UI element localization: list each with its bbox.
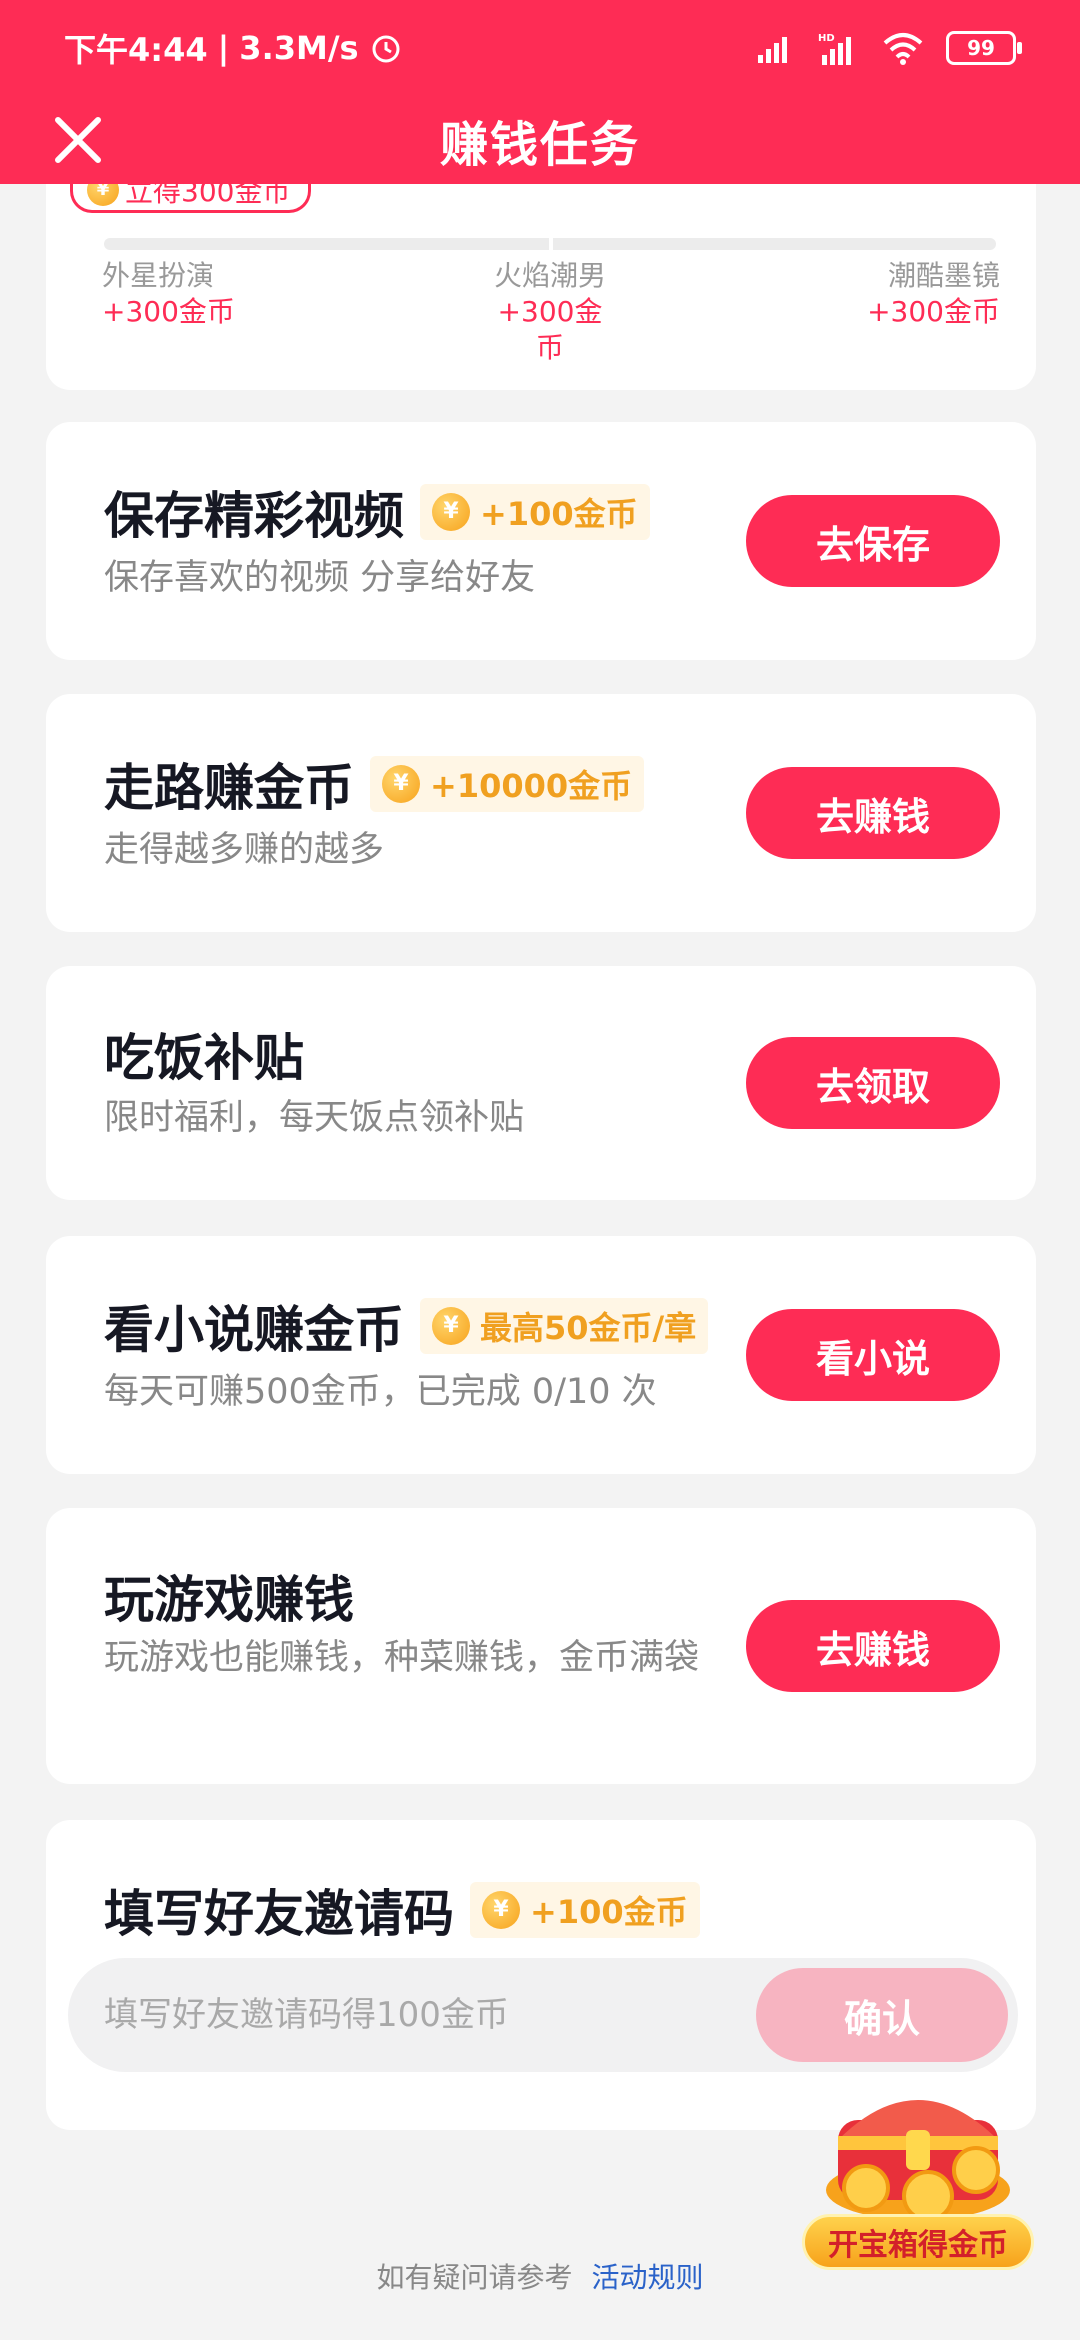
reward-badge: ¥ +100金币	[470, 1882, 700, 1938]
coin-icon: ¥	[382, 765, 420, 803]
progress-divider	[549, 238, 553, 250]
milestone: 火焰潮男 +300金币	[490, 258, 610, 366]
footer: 如有疑问请参考 活动规则	[0, 2256, 1080, 2296]
milestone-name: 火焰潮男	[493, 259, 606, 292]
go-claim-button[interactable]: 去领取	[746, 1037, 1000, 1129]
milestone: 外星扮演 +300金币	[102, 258, 235, 330]
progress-card: ¥ 立得300金币 外星扮演 +300金币 火焰潮男 +300金币 潮酷墨镜 +…	[46, 150, 1036, 390]
reward-badge: ¥ +100金币	[420, 484, 650, 540]
activity-rules-link[interactable]: 活动规则	[591, 2261, 703, 2294]
header: 下午4:44 | 3.3M/s HD 99 赚钱任务	[0, 0, 1080, 184]
close-button[interactable]	[48, 110, 108, 170]
treasure-chest-button[interactable]: 开宝箱得金币	[802, 2070, 1042, 2270]
milestone: 潮酷墨镜 +300金币	[867, 258, 1000, 330]
invite-code-field: 确认	[68, 1958, 1018, 2072]
coin-icon: ¥	[432, 1307, 470, 1345]
status-time: 下午4:44	[64, 31, 208, 69]
milestone-reward: +300金币	[867, 295, 1000, 328]
go-earn-button[interactable]: 去赚钱	[746, 767, 1000, 859]
task-title-row: 看小说赚金币 ¥ 最高50金币/章	[104, 1290, 709, 1362]
milestone-reward: +300金币	[497, 295, 603, 364]
status-bar: 下午4:44 | 3.3M/s HD 99	[0, 0, 1080, 96]
wifi-icon	[883, 33, 923, 65]
alarm-icon	[372, 35, 400, 63]
confirm-button[interactable]: 确认	[756, 1968, 1008, 2062]
signal-icon	[758, 37, 787, 63]
footer-text: 如有疑问请参考	[376, 2261, 573, 2294]
reward-badge: ¥ +10000金币	[370, 756, 645, 812]
battery-level: 99	[967, 36, 995, 60]
task-card-walk: 走路赚金币 ¥ +10000金币 走得越多赚的越多 去赚钱	[46, 694, 1036, 932]
task-title-row: 吃饭补贴	[104, 1018, 304, 1090]
battery-icon: 99	[946, 31, 1022, 65]
invite-code-input[interactable]	[68, 1958, 748, 2072]
signal-hd-icon: HD	[818, 33, 851, 65]
network-speed: 3.3M/s	[239, 29, 359, 67]
task-card-game: 玩游戏赚钱 玩游戏也能赚钱，种菜赚钱，金币满袋 去赚钱	[46, 1508, 1036, 1784]
task-title: 看小说赚金币	[104, 1301, 404, 1359]
task-card-save-video: 保存精彩视频 ¥ +100金币 保存喜欢的视频 分享给好友 去保存	[46, 422, 1036, 660]
task-title: 玩游戏赚钱	[104, 1571, 354, 1629]
reward-badge-label: +100金币	[480, 495, 638, 533]
read-novel-button[interactable]: 看小说	[746, 1309, 1000, 1401]
reward-badge: ¥ 最高50金币/章	[420, 1298, 709, 1354]
title-bar: 赚钱任务	[0, 96, 1080, 184]
play-game-earn-button[interactable]: 去赚钱	[746, 1600, 1000, 1692]
task-description: 每天可赚500金币，已完成 0/10 次	[104, 1372, 657, 1412]
reward-badge-label: 最高50金币/章	[480, 1309, 697, 1347]
milestone-name: 外星扮演	[102, 259, 215, 292]
reward-badge-label: +10000金币	[430, 767, 633, 805]
page-title: 赚钱任务	[439, 117, 640, 173]
coin-icon: ¥	[482, 1891, 520, 1929]
task-title-row: 填写好友邀请码 ¥ +100金币	[104, 1874, 700, 1946]
treasure-chest-icon	[826, 2100, 1010, 2222]
task-title: 吃饭补贴	[104, 1029, 304, 1087]
task-title: 保存精彩视频	[104, 487, 404, 545]
invite-title: 填写好友邀请码	[104, 1885, 454, 1943]
status-divider: |	[217, 29, 230, 67]
progress-track	[104, 238, 996, 250]
task-description: 保存喜欢的视频 分享给好友	[104, 558, 536, 598]
task-title-row: 保存精彩视频 ¥ +100金币	[104, 476, 650, 548]
milestone-reward: +300金币	[102, 295, 235, 328]
task-description: 玩游戏也能赚钱，种菜赚钱，金币满袋	[104, 1638, 700, 1678]
coin-icon: ¥	[432, 493, 470, 531]
task-card-meal-subsidy: 吃饭补贴 限时福利，每天饭点领补贴 去领取	[46, 966, 1036, 1200]
task-description: 走得越多赚的越多	[104, 830, 385, 870]
svg-text:HD: HD	[818, 33, 835, 44]
go-save-button[interactable]: 去保存	[746, 495, 1000, 587]
task-card-novel: 看小说赚金币 ¥ 最高50金币/章 每天可赚500金币，已完成 0/10 次 看…	[46, 1236, 1036, 1474]
task-title-row: 走路赚金币 ¥ +10000金币	[104, 748, 645, 820]
milestone-name: 潮酷墨镜	[887, 259, 1000, 292]
reward-badge-label: +100金币	[530, 1893, 688, 1931]
task-description: 限时福利，每天饭点领补贴	[104, 1098, 525, 1138]
close-icon	[55, 117, 101, 163]
task-title: 走路赚金币	[104, 759, 354, 817]
task-title-row: 玩游戏赚钱	[104, 1560, 354, 1632]
